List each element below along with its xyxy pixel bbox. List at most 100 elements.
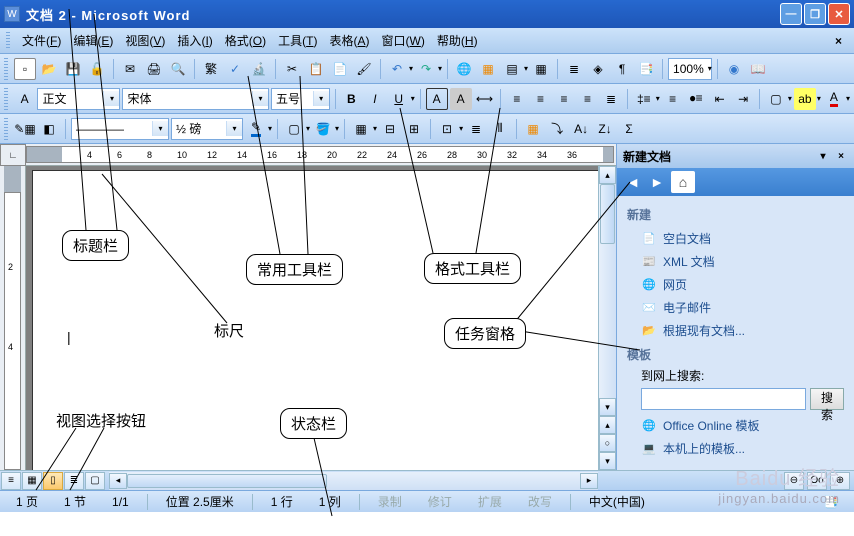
toolbar-handle[interactable]: [4, 58, 8, 80]
search-button[interactable]: 搜索: [810, 388, 844, 410]
borders-button[interactable]: ▢▾: [283, 118, 310, 140]
permissions-icon[interactable]: 🔓: [86, 58, 108, 80]
distribute-cols-icon[interactable]: ⦀: [489, 118, 511, 140]
format-painter-icon[interactable]: 🖌: [353, 58, 375, 80]
line-weight-combo[interactable]: ½ 磅▾: [171, 118, 243, 140]
status-language[interactable]: 中文(中国): [581, 493, 653, 510]
maximize-button[interactable]: ❐: [804, 3, 826, 25]
scroll-right-icon[interactable]: ▸: [580, 473, 598, 489]
view-outline-button[interactable]: ≣: [64, 472, 84, 490]
menu-insert[interactable]: 插入(I): [171, 30, 218, 51]
char-scaling-icon[interactable]: ⟷: [474, 88, 496, 110]
numbering-icon[interactable]: ≡: [662, 88, 684, 110]
tables-borders-icon[interactable]: ▦: [477, 58, 499, 80]
scroll-thumb[interactable]: [600, 184, 615, 244]
char-border-button[interactable]: A: [426, 88, 448, 110]
hyperlink-icon[interactable]: 🌐: [453, 58, 475, 80]
link-from-existing[interactable]: 📂根据现有文档...: [627, 319, 844, 342]
italic-button[interactable]: I: [364, 88, 386, 110]
menu-file[interactable]: 文件(F): [16, 30, 67, 51]
menu-window[interactable]: 窗口(W): [376, 30, 431, 51]
docmap-icon[interactable]: ¶: [611, 58, 633, 80]
status-rec[interactable]: 录制: [370, 493, 410, 510]
toolbar-handle[interactable]: [4, 88, 8, 110]
status-ovr[interactable]: 改写: [520, 493, 560, 510]
redo-button[interactable]: ↷▾: [415, 58, 442, 80]
link-email[interactable]: ✉️电子邮件: [627, 296, 844, 319]
research-icon[interactable]: ✓: [224, 58, 246, 80]
help-icon[interactable]: ◉: [723, 58, 745, 80]
drawing-icon[interactable]: ◈: [587, 58, 609, 80]
doc-close-button[interactable]: ×: [829, 34, 848, 48]
prev-page-icon[interactable]: ▴: [599, 416, 616, 434]
next-page-icon[interactable]: ▾: [599, 452, 616, 470]
align-center-icon[interactable]: ≡: [530, 88, 552, 110]
eraser-icon[interactable]: ◧: [38, 118, 60, 140]
text-direction-icon[interactable]: ⤵: [546, 118, 568, 140]
status-ext[interactable]: 扩展: [470, 493, 510, 510]
spellcheck-icon[interactable]: 繁: [200, 58, 222, 80]
print-preview-icon[interactable]: 🔍: [167, 58, 189, 80]
template-search-input[interactable]: [641, 388, 806, 410]
view-print-button[interactable]: ▯: [43, 472, 63, 490]
size-combo[interactable]: 五号▾: [271, 88, 330, 110]
open-icon[interactable]: 📂: [38, 58, 60, 80]
bullets-icon[interactable]: ⦁≡: [685, 88, 707, 110]
link-webpage[interactable]: 🌐网页: [627, 273, 844, 296]
align-justify-icon[interactable]: ≡: [577, 88, 599, 110]
search-icon[interactable]: 🔬: [248, 58, 270, 80]
line-style-combo[interactable]: ————▾: [71, 118, 169, 140]
align-left-icon[interactable]: ≡: [506, 88, 528, 110]
bold-button[interactable]: B: [341, 88, 363, 110]
paste-icon[interactable]: 📄: [329, 58, 351, 80]
merge-cells-icon[interactable]: ⊟: [379, 118, 401, 140]
menu-format[interactable]: 格式(O): [219, 30, 272, 51]
autoformat-icon[interactable]: ▦: [522, 118, 544, 140]
underline-button[interactable]: U▾: [388, 88, 415, 110]
link-xml-doc[interactable]: 📰XML 文档: [627, 250, 844, 273]
excel-icon[interactable]: ▦: [530, 58, 552, 80]
border-button[interactable]: ▢▾: [765, 88, 792, 110]
view-normal-button[interactable]: ≡: [1, 472, 21, 490]
view-web-button[interactable]: ▦: [22, 472, 42, 490]
horizontal-scrollbar[interactable]: ◂ ▸: [109, 472, 598, 490]
scroll-left-icon[interactable]: ◂: [109, 473, 127, 489]
autosum-icon[interactable]: Σ: [618, 118, 640, 140]
distribute-icon[interactable]: ≣: [600, 88, 622, 110]
browse-object-icon[interactable]: ○: [599, 434, 616, 452]
char-shading-button[interactable]: A: [450, 88, 472, 110]
view-reading-button[interactable]: ▢: [85, 472, 105, 490]
highlight-button[interactable]: ab▾: [794, 88, 821, 110]
nav-home-icon[interactable]: ⌂: [671, 171, 695, 193]
sort-desc-icon[interactable]: Z↓: [594, 118, 616, 140]
cut-icon[interactable]: ✂: [281, 58, 303, 80]
minimize-button[interactable]: —: [780, 3, 802, 25]
font-color-button[interactable]: A▾: [823, 88, 850, 110]
link-office-online[interactable]: 🌐Office Online 模板: [627, 414, 844, 437]
email-icon[interactable]: ✉: [119, 58, 141, 80]
vertical-scrollbar[interactable]: ▴ ▾ ▴ ○ ▾: [598, 166, 616, 470]
toolbar-handle[interactable]: [4, 118, 8, 140]
indent-decrease-icon[interactable]: ⇤: [709, 88, 731, 110]
nav-forward-icon[interactable]: ►: [645, 171, 669, 193]
close-button[interactable]: ✕: [828, 3, 850, 25]
split-cells-icon[interactable]: ⊞: [403, 118, 425, 140]
style-combo[interactable]: 正文▾: [37, 88, 120, 110]
toolbar-handle[interactable]: [6, 32, 10, 50]
menu-view[interactable]: 视图(V): [119, 30, 171, 51]
draw-table-icon[interactable]: ✎▦: [14, 118, 36, 140]
font-combo[interactable]: 宋体▾: [122, 88, 269, 110]
sort-asc-icon[interactable]: A↓: [570, 118, 592, 140]
zoom-combo[interactable]: 100%▾: [668, 58, 712, 80]
insert-table-button[interactable]: ▤▾: [501, 58, 528, 80]
styles-pane-icon[interactable]: A: [14, 88, 36, 110]
print-icon[interactable]: 🖨: [143, 58, 165, 80]
line-spacing-button[interactable]: ‡≡▾: [633, 88, 660, 110]
scroll-thumb[interactable]: [127, 474, 327, 488]
scroll-down-icon[interactable]: ▾: [599, 398, 616, 416]
border-color-button[interactable]: ✎▾: [245, 118, 272, 140]
tab-selector[interactable]: ∟: [0, 144, 26, 166]
distribute-rows-icon[interactable]: ≣: [465, 118, 487, 140]
menu-tools[interactable]: 工具(T): [272, 30, 323, 51]
taskpane-close-icon[interactable]: ×: [834, 149, 848, 163]
